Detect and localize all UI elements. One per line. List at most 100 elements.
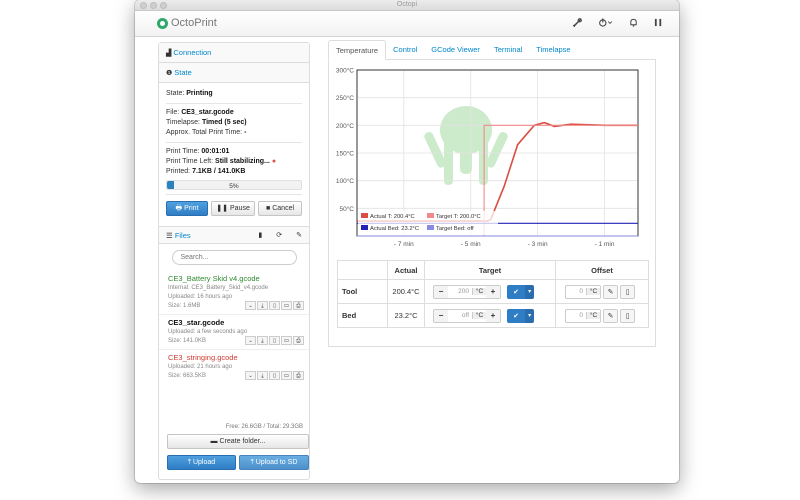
delete-offset-button[interactable]: ▯ [620, 308, 636, 323]
check-icon: ✔ [513, 288, 520, 296]
increase-button[interactable]: + [486, 285, 500, 298]
target-temp-input[interactable]: − off °C + [433, 308, 501, 323]
legend-swatch [361, 225, 368, 230]
table-header [337, 260, 388, 280]
new-file-icon[interactable]: ▮ [258, 231, 262, 239]
tab-terminal[interactable]: Terminal [487, 40, 529, 59]
download-icon[interactable]: ⤓ [257, 336, 268, 345]
tab-bar: Temperature Control GCode Viewer Termina… [328, 40, 656, 60]
decrease-button[interactable]: − [434, 309, 448, 322]
expand-icon[interactable]: ⌄ [245, 301, 256, 310]
upload-icon: ⤒ [250, 458, 254, 466]
printed-value: 7.1KB / 141.0KB [192, 168, 246, 175]
tab-timelapse[interactable]: Timelapse [529, 40, 577, 59]
table-row: Bed 23.2°C − off °C + ✔ ▾ 0 °C ✎ ▯ [337, 303, 649, 328]
y-tick-label: 150°C [336, 150, 354, 158]
signal-icon: ▟ [166, 50, 172, 57]
progress-text: 5% [229, 183, 239, 190]
folder-icon[interactable]: ▭ [281, 371, 292, 380]
print-file-icon[interactable]: ⎙ [293, 371, 304, 380]
app-window: Octopi OctoPrint ▟ Connection ❶ State Stat… [135, 0, 679, 483]
upload-icon: ⤒ [187, 458, 191, 466]
delete-offset-button[interactable]: ▯ [620, 284, 636, 299]
upload-button[interactable]: ⤒ Upload [167, 455, 236, 470]
pencil-icon: ✎ [607, 288, 614, 296]
legend-swatch [427, 225, 434, 230]
file-value: CE3_star.gcode [181, 109, 234, 116]
series-line [357, 121, 638, 222]
expand-icon[interactable]: ⌄ [245, 371, 256, 380]
download-icon[interactable]: ⤓ [257, 371, 268, 380]
table-header: Offset [555, 260, 649, 280]
caret-down-icon: ▾ [528, 289, 532, 295]
window-title: Octopi [396, 1, 418, 8]
y-tick-label: 100°C [336, 177, 354, 185]
delete-icon[interactable]: ▯ [269, 336, 280, 345]
bell-icon[interactable] [629, 18, 638, 29]
file-item[interactable]: CE3_stringing.gcode Uploaded: 21 hours a… [159, 350, 309, 384]
edit-offset-button[interactable]: ✎ [603, 308, 619, 323]
target-dropdown-button[interactable]: ▾ [525, 308, 535, 323]
files-header: ☰ Files ▮ ⟳ ✎ [159, 226, 309, 244]
trash-icon: ▯ [625, 312, 630, 320]
main-content: Temperature Control GCode Viewer Termina… [328, 40, 656, 347]
set-target-button[interactable]: ✔ [507, 284, 526, 299]
legend-label: Target Bed: off [436, 226, 474, 232]
legend-swatch [361, 213, 368, 218]
power-icon[interactable] [598, 18, 613, 29]
y-tick-label: 200°C [336, 122, 354, 130]
tab-temperature[interactable]: Temperature [328, 40, 387, 60]
time-left-value: Still stabilizing... [215, 158, 270, 165]
check-icon: ✔ [513, 312, 520, 320]
increase-button[interactable]: + [486, 309, 500, 322]
wrench-icon[interactable] [572, 18, 582, 29]
stop-icon: ■ [266, 204, 271, 212]
file-item[interactable]: CE3_star.gcode Uploaded: a few seconds a… [159, 315, 309, 350]
edit-offset-button[interactable]: ✎ [603, 284, 619, 299]
temperature-panel: 300°C 250°C 200°C 150°C 100°C 50°C - 7 min - 5 … [328, 60, 656, 347]
user-icon[interactable] [654, 18, 663, 29]
y-tick-label: 300°C [336, 67, 354, 75]
brand[interactable]: OctoPrint [157, 17, 217, 29]
wrench-icon[interactable]: ✎ [296, 231, 302, 239]
print-button[interactable]: 🖶 Print [166, 201, 209, 216]
upload-sd-button[interactable]: ⤒ Upload to SD [239, 455, 309, 470]
folder-icon[interactable]: ▭ [281, 336, 292, 345]
delete-icon[interactable]: ▯ [269, 371, 280, 380]
folder-icon[interactable]: ▭ [281, 301, 292, 310]
offset-input[interactable]: 0 °C [565, 284, 601, 299]
table-header: Actual [387, 260, 425, 280]
target-dropdown-button[interactable]: ▾ [525, 284, 535, 299]
expand-icon[interactable]: ⌄ [245, 336, 256, 345]
row-label: Bed [337, 303, 388, 328]
target-temp-input[interactable]: −200 °C + [433, 284, 501, 299]
print-file-icon[interactable]: ⎙ [293, 301, 304, 310]
decrease-button[interactable]: − [434, 285, 448, 298]
offset-input[interactable]: 0 °C [565, 308, 601, 323]
refresh-icon[interactable]: ⟳ [276, 231, 282, 239]
y-tick-label: 50°C [339, 205, 354, 213]
download-icon[interactable]: ⤓ [257, 301, 268, 310]
state-header[interactable]: ❶ State [159, 63, 309, 83]
list-icon: ☰ [166, 230, 175, 240]
title-bar: Octopi [135, 0, 679, 11]
set-target-button[interactable]: ✔ [507, 308, 526, 323]
files-search-input[interactable] [171, 250, 297, 265]
print-file-icon[interactable]: ⎙ [293, 336, 304, 345]
connection-header[interactable]: ▟ Connection [159, 43, 309, 63]
octoprint-logo-icon [157, 17, 168, 29]
timelapse-value: Timed (5 sec) [201, 119, 247, 126]
status-dot-icon: ● [271, 158, 277, 165]
pause-button[interactable]: ❚❚ Pause [211, 201, 256, 216]
cancel-button[interactable]: ■ Cancel [258, 201, 302, 216]
temperature-table: Actual Target Offset Tool 200.4°C −200 °C… [337, 260, 649, 328]
delete-icon[interactable]: ▯ [269, 301, 280, 310]
table-header: Target [424, 260, 556, 280]
tab-gcode-viewer[interactable]: GCode Viewer [424, 40, 487, 59]
trash-icon: ▯ [625, 288, 630, 296]
x-tick-label: - 1 min [595, 241, 615, 248]
caret-down-icon: ▾ [528, 313, 532, 319]
tab-control[interactable]: Control [386, 40, 424, 59]
create-folder-button[interactable]: ▬ Create folder... [167, 434, 309, 449]
file-item[interactable]: CE3_Battery Skid v4.gcode Internal: CE3_… [159, 271, 309, 315]
